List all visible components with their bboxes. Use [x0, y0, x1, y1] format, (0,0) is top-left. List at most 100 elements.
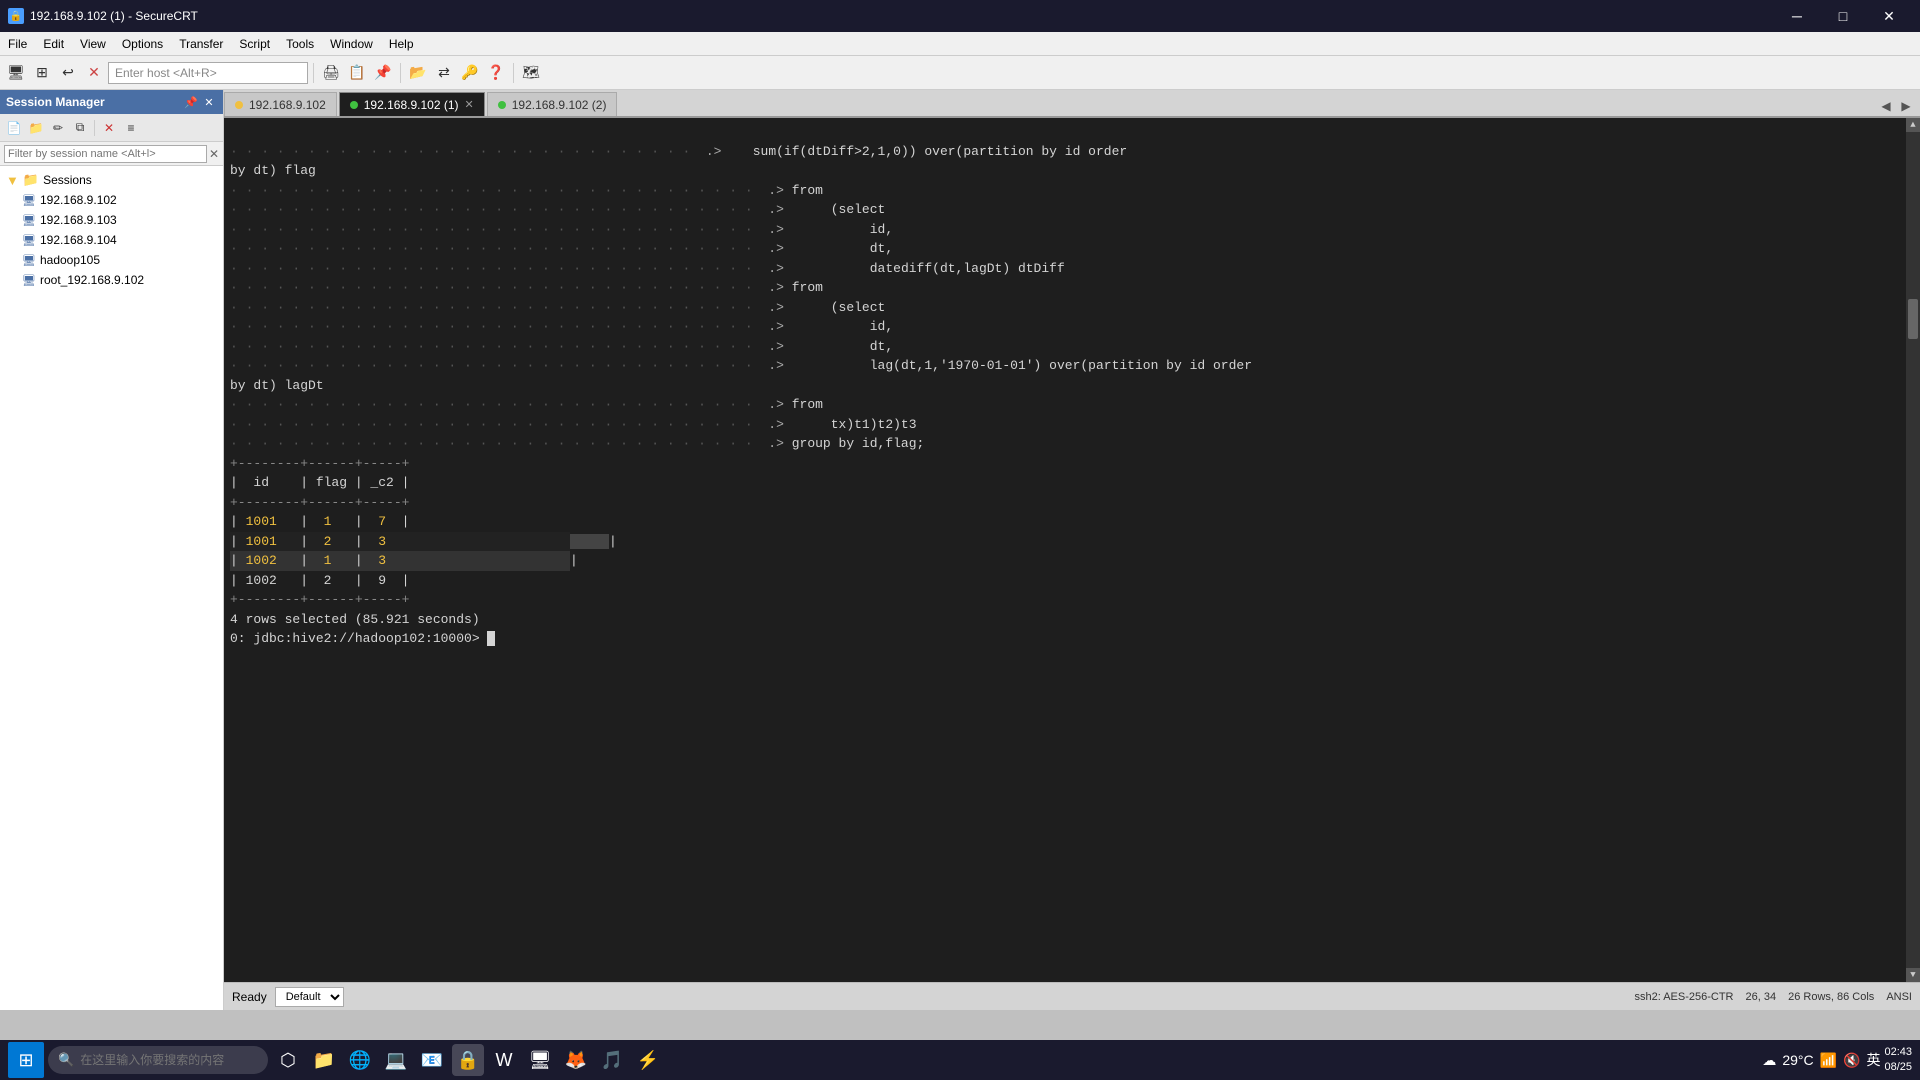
taskbar: ⊞ 🔍 ⬡ 📁 🌐 💻 📧 🔒 W 🖥 🦊 🎵 ⚡ ☁ 29°C 📶 🔇 英 0…	[0, 1040, 1920, 1080]
tab-2[interactable]: 192.168.9.102 (2)	[487, 92, 618, 116]
toolbar-btn-sessions[interactable]: ⊞	[30, 61, 54, 85]
maximize-button[interactable]: □	[1820, 0, 1866, 32]
tree-item-192-168-9-102[interactable]: 🖥 192.168.9.102	[0, 190, 223, 210]
email-icon[interactable]: 📧	[416, 1044, 448, 1076]
search-icon: 🔍	[58, 1052, 74, 1068]
session-filter: ✕	[0, 142, 223, 166]
firefox-icon[interactable]: 🦊	[560, 1044, 592, 1076]
monitor-icon[interactable]: 🖥	[524, 1044, 556, 1076]
menu-tools[interactable]: Tools	[278, 32, 322, 56]
tab-1[interactable]: 192.168.9.102 (1) ✕	[339, 92, 485, 116]
session-menu-btn[interactable]: ≡	[121, 118, 141, 138]
menu-file[interactable]: File	[0, 32, 35, 56]
folder-icon: 📁	[23, 172, 39, 188]
toolbar-btn-reconnect[interactable]: ↩	[56, 61, 80, 85]
scroll-up-button[interactable]: ▲	[1906, 118, 1920, 132]
tab-dot-1	[350, 101, 358, 109]
menu-transfer[interactable]: Transfer	[171, 32, 231, 56]
folder-expand-icon: ▼	[6, 173, 19, 188]
start-button[interactable]: ⊞	[8, 1042, 44, 1078]
toolbar-btn-paste[interactable]: 📌	[371, 61, 395, 85]
window-title: 192.168.9.102 (1) - SecureCRT	[30, 9, 198, 23]
session-new-folder-btn[interactable]: 📁	[26, 118, 46, 138]
toolbar-btn-help[interactable]: ❓	[484, 61, 508, 85]
session-clone-btn[interactable]: ⧉	[70, 118, 90, 138]
scroll-down-button[interactable]: ▼	[1906, 968, 1920, 982]
session-label-1: 192.168.9.102	[40, 193, 117, 207]
wifi-icon: 📶	[1820, 1052, 1837, 1069]
temperature: 29°C	[1782, 1052, 1813, 1068]
menu-edit[interactable]: Edit	[35, 32, 72, 56]
toolbar-btn-map[interactable]: 🗺	[519, 61, 543, 85]
toolbar-btn-disconnect[interactable]: ✕	[82, 61, 106, 85]
app-icon: 🔒	[8, 8, 24, 24]
terminal[interactable]: · · · · · · · · · · · · · · · · · · · · …	[224, 118, 1920, 982]
tree-item-192-168-9-104[interactable]: 🖥 192.168.9.104	[0, 230, 223, 250]
music-icon[interactable]: 🎵	[596, 1044, 628, 1076]
panel-close-button[interactable]: ✕	[201, 94, 217, 110]
toolbar-btn-connect[interactable]: 🖥	[4, 61, 28, 85]
volume-icon: 🔇	[1843, 1052, 1860, 1069]
taskbar-time-display: 02:43	[1884, 1045, 1912, 1060]
tab-next-button[interactable]: ▶	[1896, 96, 1916, 116]
tab-nav: ◀ ▶	[1872, 96, 1920, 116]
tab-0[interactable]: 192.168.9.102	[224, 92, 337, 116]
session-filter-input[interactable]	[4, 145, 207, 163]
session-label-4: hadoop105	[40, 253, 100, 267]
search-bar[interactable]: 🔍	[48, 1046, 268, 1074]
task-view-button[interactable]: ⬡	[272, 1044, 304, 1076]
tree-item-192-168-9-103[interactable]: 🖥 192.168.9.103	[0, 210, 223, 230]
toolbar: 🖥 ⊞ ↩ ✕ Enter host <Alt+R> 🖨 📋 📌 📂 ⇄ 🔑 ❓…	[0, 56, 1920, 90]
separator-3	[513, 63, 514, 83]
minimize-button[interactable]: ─	[1774, 0, 1820, 32]
tab-dot-2	[498, 101, 506, 109]
sep	[94, 120, 95, 136]
tree-item-sessions-root[interactable]: ▼ 📁 Sessions	[0, 170, 223, 190]
session-edit-btn[interactable]: ✏	[48, 118, 68, 138]
toolbar-btn-key[interactable]: 🔑	[458, 61, 482, 85]
address-bar[interactable]: Enter host <Alt+R>	[108, 62, 308, 84]
server-icon-4: 🖥	[22, 254, 36, 267]
file-explorer-icon[interactable]: 📁	[308, 1044, 340, 1076]
panel-pin-button[interactable]: 📌	[183, 94, 199, 110]
close-button[interactable]: ✕	[1866, 0, 1912, 32]
browser-icon[interactable]: 🌐	[344, 1044, 376, 1076]
session-delete-btn[interactable]: ✕	[99, 118, 119, 138]
toolbar-btn-print[interactable]: 🖨	[319, 61, 343, 85]
session-panel: Session Manager 📌 ✕ 📄 📁 ✏ ⧉ ✕ ≡ ✕ ▼ 📁 Se…	[0, 90, 224, 1010]
terminal-icon-taskbar[interactable]: 💻	[380, 1044, 412, 1076]
terminal-scrollbar[interactable]: ▲ ▼	[1906, 118, 1920, 982]
word-icon[interactable]: W	[488, 1044, 520, 1076]
toolbar-btn-transfer[interactable]: ⇄	[432, 61, 456, 85]
power-icon[interactable]: ⚡	[632, 1044, 664, 1076]
menu-script[interactable]: Script	[231, 32, 278, 56]
tree-item-root-192-168-9-102[interactable]: 🖥 root_192.168.9.102	[0, 270, 223, 290]
session-manager-title: Session Manager	[6, 95, 105, 109]
taskbar-right: ☁ 29°C 📶 🔇 英 02:43 08/25	[1762, 1045, 1912, 1076]
tree-item-hadoop105[interactable]: 🖥 hadoop105	[0, 250, 223, 270]
menu-view[interactable]: View	[72, 32, 114, 56]
filter-clear-button[interactable]: ✕	[209, 147, 219, 161]
status-encoding-select[interactable]: Default	[275, 987, 344, 1007]
session-new-btn[interactable]: 📄	[4, 118, 24, 138]
title-bar: 🔒 192.168.9.102 (1) - SecureCRT ─ □ ✕	[0, 0, 1920, 32]
menu-window[interactable]: Window	[322, 32, 381, 56]
session-label-3: 192.168.9.104	[40, 233, 117, 247]
tab-close-1[interactable]: ✕	[465, 98, 474, 111]
right-area: 192.168.9.102 192.168.9.102 (1) ✕ 192.16…	[224, 90, 1920, 1010]
scroll-thumb[interactable]	[1908, 299, 1918, 339]
session-panel-header: Session Manager 📌 ✕	[0, 90, 223, 114]
toolbar-btn-sftp[interactable]: 📂	[406, 61, 430, 85]
session-tree: ▼ 📁 Sessions 🖥 192.168.9.102 🖥 192.168.9…	[0, 166, 223, 1010]
language-indicator: 英	[1866, 1050, 1880, 1070]
menu-help[interactable]: Help	[381, 32, 422, 56]
tab-prev-button[interactable]: ◀	[1876, 96, 1896, 116]
menu-options[interactable]: Options	[114, 32, 171, 56]
securecrt-icon[interactable]: 🔒	[452, 1044, 484, 1076]
title-bar-controls: ─ □ ✕	[1774, 0, 1912, 32]
sys-tray: ☁ 29°C 📶 🔇 英	[1762, 1050, 1880, 1070]
weather-icon: ☁	[1762, 1052, 1776, 1069]
search-input[interactable]	[80, 1053, 250, 1067]
toolbar-btn-copy[interactable]: 📋	[345, 61, 369, 85]
server-icon-1: 🖥	[22, 194, 36, 207]
